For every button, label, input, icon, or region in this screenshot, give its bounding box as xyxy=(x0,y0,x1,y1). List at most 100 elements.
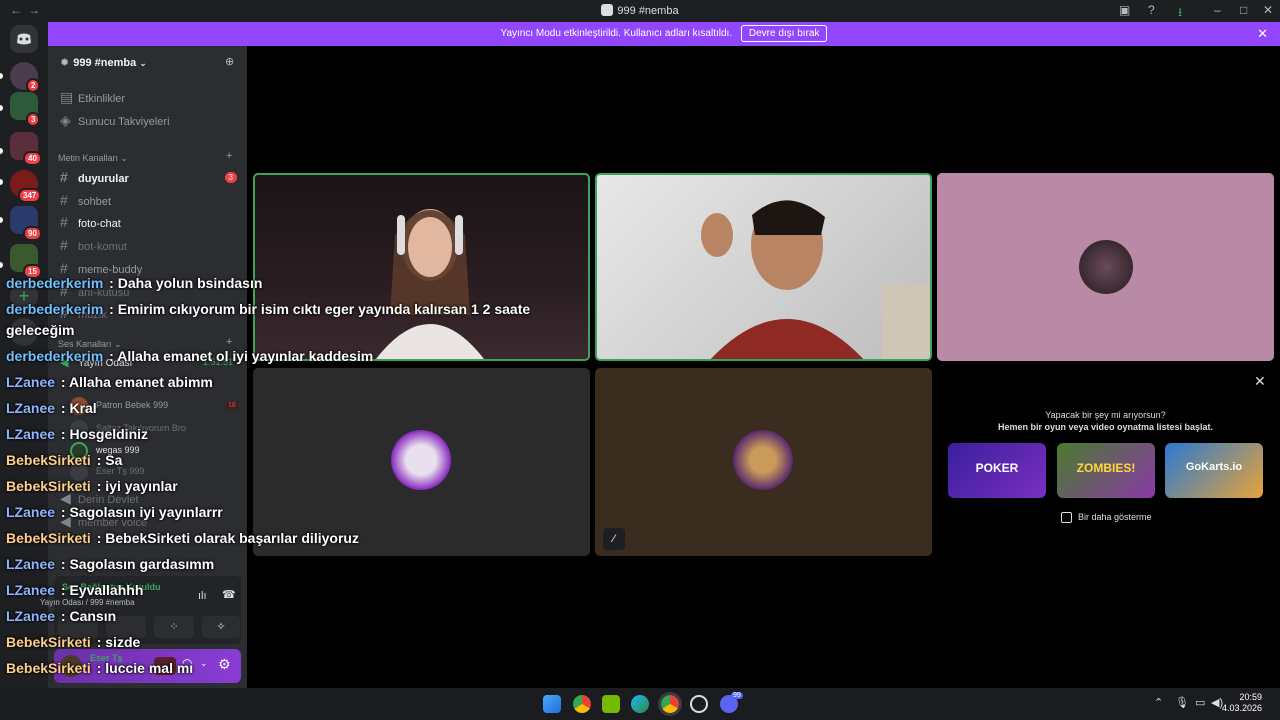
avatar-tile-3[interactable] xyxy=(937,173,1274,361)
settings-gear-icon[interactable]: ⚙ xyxy=(218,656,231,673)
chat-username: LZanee xyxy=(6,556,56,572)
channel-foto-chat[interactable]: # foto-chat xyxy=(60,213,121,231)
clock-time: 20:59 xyxy=(1239,692,1262,702)
chevron-up-icon[interactable]: ⌃ xyxy=(1154,696,1163,709)
avatar xyxy=(733,430,793,490)
avatar xyxy=(391,430,451,490)
chat-text: : Allaha emanet abimm xyxy=(57,374,213,390)
text-category[interactable]: Metin Kanalları ⌄ xyxy=(58,153,128,164)
close-window-icon[interactable]: ✕ xyxy=(1263,3,1273,17)
chrome-active-icon[interactable] xyxy=(658,692,682,716)
chrome-icon[interactable] xyxy=(573,695,591,713)
voice-stage xyxy=(247,46,1280,688)
streamer-mode-banner: Yayıncı Modu etkinleştirildi. Kullanıcı … xyxy=(48,22,1280,46)
chat-username: BebekSirketi xyxy=(6,530,91,546)
avatar-tile-5[interactable]: ⁄ xyxy=(595,368,932,556)
chat-text: : iyi yayınlar xyxy=(92,478,178,494)
channel-duyurular[interactable]: # duyurular xyxy=(60,168,129,186)
chat-username: LZanee xyxy=(6,504,56,520)
boost-icon: ◈ xyxy=(60,112,71,128)
inbox-icon[interactable]: ▣ xyxy=(1119,3,1130,17)
server-header[interactable]: ✹ 999 #nemba ⌄ xyxy=(60,56,147,69)
dont-show-checkbox[interactable]: Bir daha gösterme xyxy=(1061,512,1152,524)
discord-badge: 99 xyxy=(731,692,743,699)
display-icon[interactable]: ▭ xyxy=(1195,696,1205,709)
activity-close-icon[interactable]: ✕ xyxy=(1254,373,1266,390)
activity-prompt-title: Yapacak bir şey mi arıyorsun? xyxy=(1045,410,1166,420)
server-badge: 40 xyxy=(23,151,42,166)
chat-text: : sizde xyxy=(92,634,141,650)
video-tile-1[interactable] xyxy=(253,173,590,361)
chat-username: LZanee xyxy=(6,608,56,624)
chat-username: BebekSirketi xyxy=(6,634,91,650)
chat-text: : Allaha emanet ol iyi yayınlar kaddesim xyxy=(105,348,374,364)
microphone-icon[interactable]: 🎙 xyxy=(1175,696,1189,709)
chat-username: LZanee xyxy=(6,426,56,442)
edge-icon[interactable] xyxy=(631,695,649,713)
unread-pip xyxy=(0,148,3,154)
server-icon xyxy=(601,4,614,16)
maximize-icon[interactable]: □ xyxy=(1240,3,1247,17)
chat-text: : Kral xyxy=(57,400,97,416)
chat-message: BebekSirketi : BebekSirketi olarak başar… xyxy=(6,528,359,548)
activity-gokarts[interactable]: GoKarts.io xyxy=(1165,443,1263,498)
chat-username: derbederkerim xyxy=(6,348,104,364)
avatar xyxy=(1079,240,1133,294)
system-clock[interactable]: 20:59 4.03.2026 xyxy=(1222,692,1262,714)
chat-text: geleceğim xyxy=(6,322,75,338)
windows-start-icon[interactable] xyxy=(543,695,561,713)
unread-pip xyxy=(0,217,3,223)
hash-icon: # xyxy=(60,237,68,253)
chat-text: : Emirim cıkıyorum bir isim cıktı eger y… xyxy=(105,301,531,317)
chat-text: : Sa xyxy=(92,452,123,468)
sidebar-item-events[interactable]: ▤ Etkinlikler xyxy=(60,88,125,106)
channel-bot-komut[interactable]: # bot-komut xyxy=(60,236,127,254)
chat-text: : luccie mal mı xyxy=(92,660,194,676)
webcam-feed-icon xyxy=(701,200,930,359)
server-badge: 3 xyxy=(26,112,41,127)
chat-text: : Sagolasın gardasımm xyxy=(57,556,215,572)
noise-suppression-icon[interactable]: ılı xyxy=(198,590,207,602)
chat-message: LZanee : Kral xyxy=(6,398,97,418)
sidebar-item-boosts[interactable]: ◈ Sunucu Takviyeleri xyxy=(60,111,170,129)
unread-pip xyxy=(0,73,3,79)
banner-close-icon[interactable]: ✕ xyxy=(1257,22,1268,46)
chat-message: BebekSirketi : iyi yayınlar xyxy=(6,476,178,496)
disconnect-icon[interactable]: ☎ xyxy=(222,588,236,601)
chat-username: derbederkerim xyxy=(6,301,104,317)
banner-text: Yayıncı Modu etkinleştirildi. Kullanıcı … xyxy=(500,28,733,39)
window-title-text: 999 #nemba xyxy=(617,5,679,17)
video-tile-2[interactable] xyxy=(595,173,932,361)
clock-date: 4.03.2026 xyxy=(1221,703,1262,713)
server-name: 999 #nemba xyxy=(73,57,137,69)
taskbar: 99 ⌃ 🎙 ▭ ◀) 20:59 4.03.2026 xyxy=(0,688,1280,720)
activity-poker[interactable]: POKER xyxy=(948,443,1046,498)
checkbox-icon xyxy=(1061,512,1072,524)
add-channel-icon[interactable]: + xyxy=(226,150,232,162)
soundboard-button[interactable]: ✧ xyxy=(202,616,240,638)
minimize-icon[interactable]: – xyxy=(1214,3,1221,17)
discord-home-icon[interactable] xyxy=(10,25,38,53)
invite-people-icon[interactable]: ⊕ xyxy=(225,55,234,68)
chat-message: BebekSirketi : luccie mal mı xyxy=(6,658,193,678)
app-icon[interactable] xyxy=(690,695,708,713)
download-icon[interactable]: ⭳ xyxy=(1178,3,1182,24)
calendar-icon: ▤ xyxy=(60,89,74,105)
disable-button[interactable]: Devre dışı bırak xyxy=(740,25,828,42)
server-badge: 90 xyxy=(23,226,42,241)
help-icon[interactable]: ? xyxy=(1148,3,1155,17)
activities-button[interactable]: ⁘ xyxy=(154,616,194,638)
chevron-down-icon: ⌄ xyxy=(139,58,147,68)
chat-text: : Eyvallahhh xyxy=(57,582,144,598)
chevron-down-icon[interactable]: ⌄ xyxy=(200,658,208,669)
nvidia-icon[interactable] xyxy=(602,695,620,713)
chat-text: : Hosgeldiniz xyxy=(57,426,149,442)
chat-text: : Cansın xyxy=(57,608,117,624)
chat-text: : Sagolasın iyi yayınlarrr xyxy=(57,504,223,520)
chat-message: geleceğim xyxy=(4,320,74,340)
chat-message: LZanee : Eyvallahhh xyxy=(6,580,143,600)
chat-message: BebekSirketi : Sa xyxy=(6,450,122,470)
activity-zombies[interactable]: ZOMBIES! xyxy=(1057,443,1155,498)
channel-sohbet[interactable]: # sohbet xyxy=(60,191,111,209)
chat-message: LZanee : Sagolasın iyi yayınlarrr xyxy=(6,502,223,522)
